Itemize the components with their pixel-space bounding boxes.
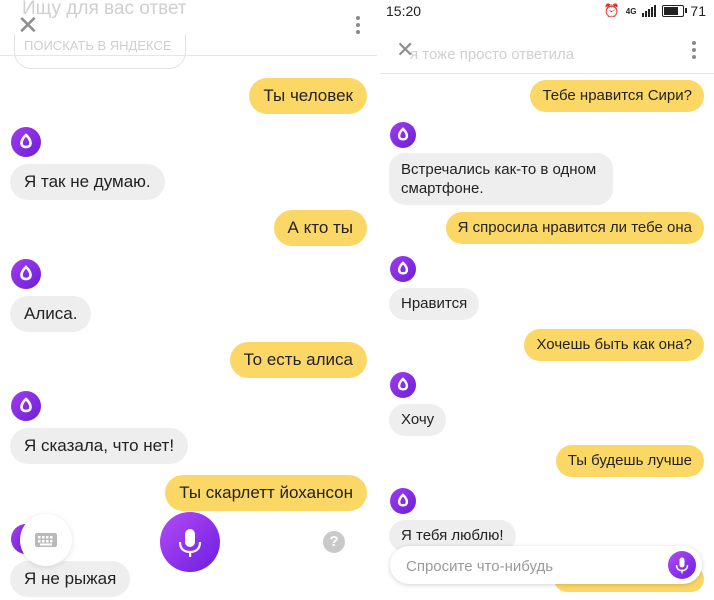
close-icon[interactable]: ✕: [396, 37, 414, 63]
alice-message: Хочу: [389, 404, 447, 436]
alice-avatar-icon: [390, 122, 416, 148]
user-message: А кто ты: [273, 210, 367, 246]
alice-avatar-icon: [11, 127, 41, 157]
user-message: То есть алиса: [229, 342, 367, 378]
microphone-icon: [675, 557, 689, 574]
more-menu-icon[interactable]: [356, 16, 360, 37]
help-button[interactable]: ?: [323, 531, 345, 553]
status-time: 15:20: [386, 3, 422, 19]
close-icon[interactable]: ✕: [17, 12, 39, 38]
message-input[interactable]: [404, 546, 658, 586]
alice-message: Нравится: [389, 288, 480, 320]
alarm-icon: ⏰: [603, 3, 620, 18]
input-voice-button[interactable]: [668, 551, 696, 579]
battery-level: 71: [690, 3, 706, 19]
alice-avatar-icon: [390, 372, 416, 398]
faded-header-text: я тоже просто ответила: [410, 46, 575, 63]
voice-input-button[interactable]: [160, 512, 220, 572]
alice-message: Я не рыжая: [10, 561, 131, 597]
user-message: Хочешь быть как она?: [524, 329, 704, 361]
right-chat-panel: 15:20 ⏰ 4G 71 я тоже просто ответила ✕ Т…: [380, 0, 714, 600]
microphone-icon: [178, 529, 202, 557]
alice-avatar-icon: [11, 259, 41, 289]
alice-message: Встречались как-то в одном смартфоне.: [389, 153, 613, 205]
faded-search-chip[interactable]: [14, 34, 186, 69]
alice-avatar-icon: [390, 488, 416, 514]
faded-header-text: Ищу для вас ответ: [22, 0, 187, 19]
battery-icon: [662, 5, 688, 17]
more-menu-icon[interactable]: [692, 41, 696, 62]
header-divider: [0, 55, 377, 56]
network-type: 4G: [625, 6, 637, 16]
alice-avatar-icon: [11, 391, 41, 421]
signal-icon: [642, 5, 657, 17]
chat-header: я тоже просто ответила ✕: [380, 24, 714, 74]
user-message: Ты будешь лучше: [555, 445, 704, 477]
user-message: Я спросила нравится ли тебе она: [445, 212, 704, 244]
user-message: Тебе нравится Сири?: [530, 80, 704, 112]
alice-message: Алиса.: [10, 296, 92, 332]
keyboard-button[interactable]: [20, 514, 72, 566]
message-input-bar: [390, 546, 702, 586]
alice-avatar-icon: [390, 256, 416, 282]
status-bar: 15:20 ⏰ 4G 71: [380, 0, 714, 24]
alice-message: Я так не думаю.: [10, 164, 165, 200]
alice-message: Я сказала, что нет!: [10, 428, 189, 464]
user-message: Ты скарлетт йохансон: [165, 475, 367, 511]
user-message: Ты человек: [249, 78, 367, 114]
header-divider: [380, 73, 714, 74]
left-chat-panel: Ищу для вас ответ поискать в яндексе ✕ Т…: [0, 0, 377, 600]
keyboard-icon: [35, 533, 57, 547]
chat-header: Ищу для вас ответ поискать в яндексе ✕: [0, 0, 377, 69]
